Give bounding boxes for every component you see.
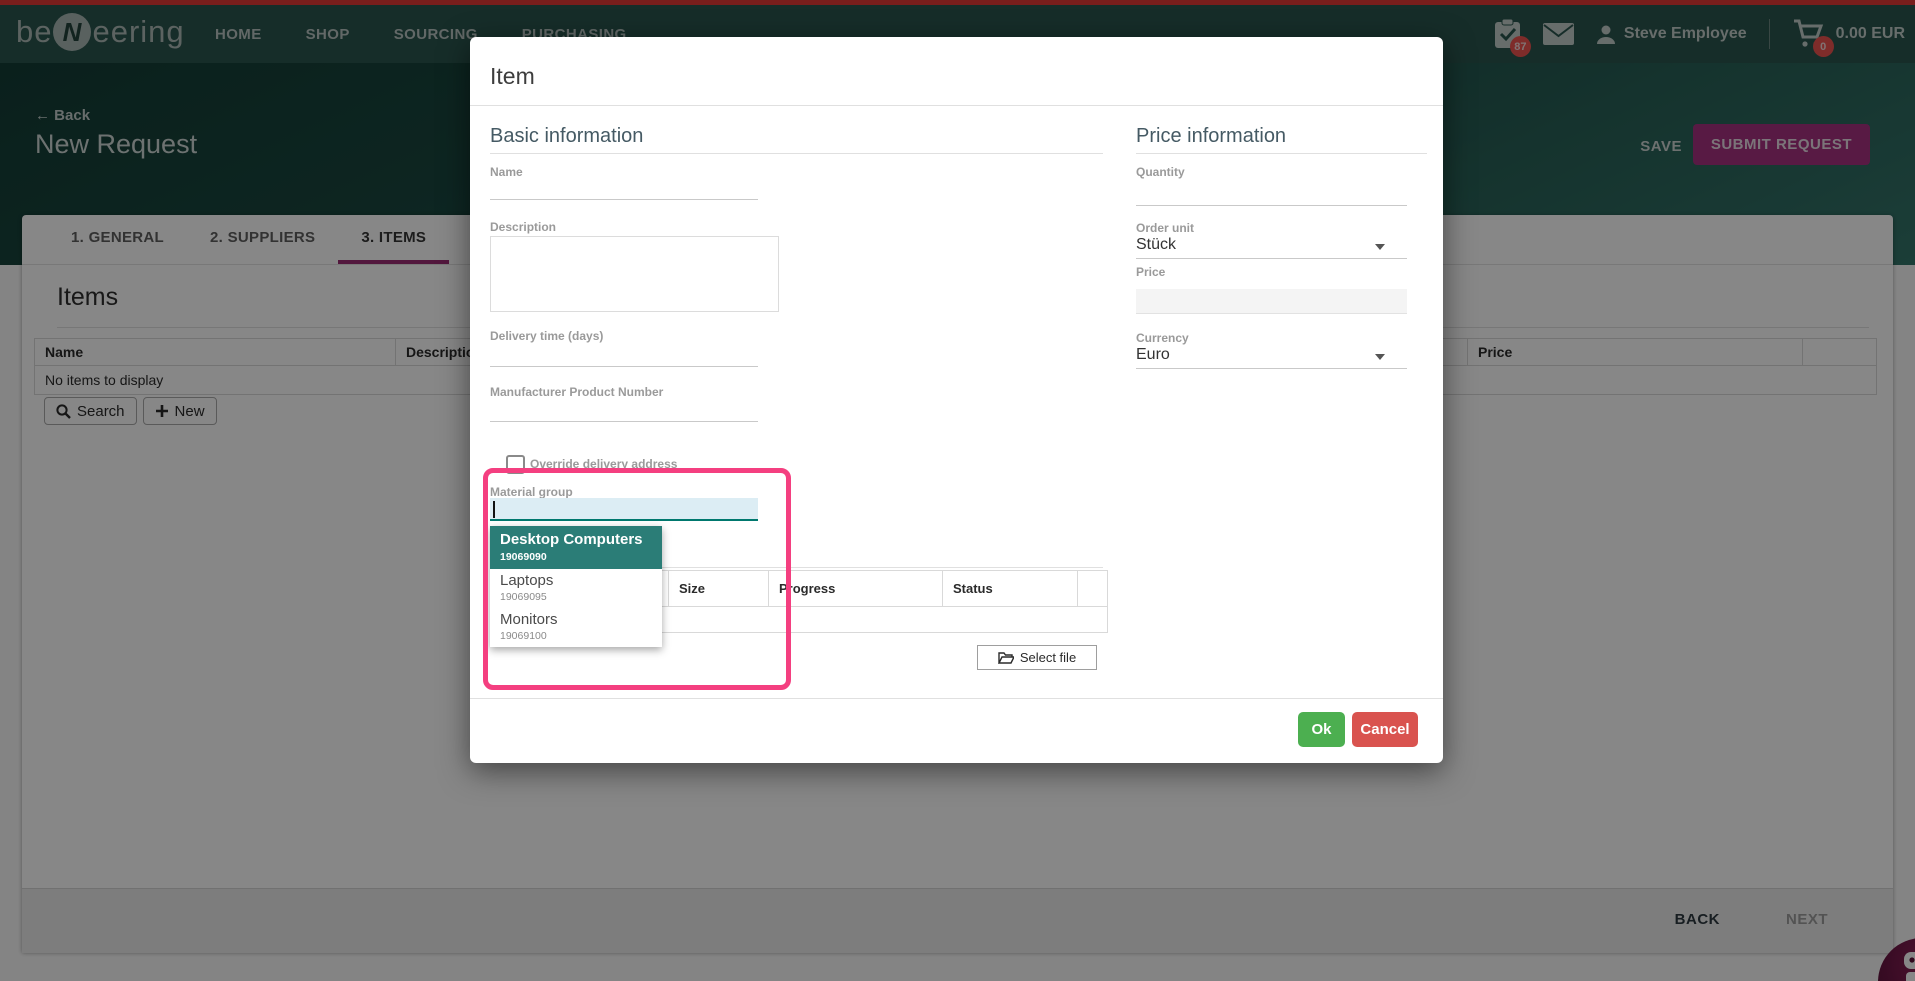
option-name: Laptops: [500, 572, 652, 589]
select-file-button[interactable]: Select file: [977, 645, 1097, 670]
name-input[interactable]: [490, 199, 758, 200]
order-unit-select[interactable]: Stück: [1136, 236, 1176, 254]
modal-title: Item: [490, 63, 535, 90]
basic-info-divider: [490, 153, 1103, 154]
description-label: Description: [490, 220, 556, 234]
material-group-dropdown: Desktop Computers 19069090 Laptops 19069…: [490, 526, 662, 647]
dropdown-option-laptops[interactable]: Laptops 19069095: [490, 569, 662, 608]
delivery-time-label: Delivery time (days): [490, 329, 603, 343]
attach-col-progress: Progress: [769, 571, 943, 606]
option-name: Desktop Computers: [500, 531, 652, 548]
mpn-label: Manufacturer Product Number: [490, 385, 663, 399]
currency-caret-icon: [1375, 354, 1385, 360]
attach-col-size: Size: [669, 571, 769, 606]
dropdown-option-monitors[interactable]: Monitors 19069100: [490, 608, 662, 647]
item-modal: Item Basic information Name Description …: [470, 37, 1443, 763]
price-info-divider: [1136, 153, 1427, 154]
modal-footer-divider: [470, 698, 1443, 699]
option-name: Monitors: [500, 611, 652, 628]
quantity-label: Quantity: [1136, 165, 1185, 179]
attach-col-status: Status: [943, 571, 1078, 606]
currency-label: Currency: [1136, 331, 1189, 345]
order-unit-underline: [1136, 258, 1407, 259]
ok-button[interactable]: Ok: [1298, 712, 1345, 747]
price-label: Price: [1136, 265, 1165, 279]
dropdown-option-desktop-computers[interactable]: Desktop Computers 19069090: [490, 526, 662, 569]
option-code: 19069095: [500, 591, 652, 603]
override-delivery-label: Override delivery address: [530, 457, 677, 471]
folder-open-icon: [998, 651, 1014, 664]
text-caret: [493, 501, 495, 518]
select-file-label: Select file: [1020, 650, 1076, 665]
currency-select[interactable]: Euro: [1136, 346, 1170, 364]
price-input[interactable]: [1136, 289, 1407, 314]
order-unit-caret-icon: [1375, 244, 1385, 250]
mpn-input[interactable]: [490, 421, 758, 422]
cancel-button[interactable]: Cancel: [1352, 712, 1418, 747]
attach-col-extra: [1078, 571, 1107, 606]
currency-underline: [1136, 368, 1407, 369]
description-textarea[interactable]: [490, 236, 779, 312]
material-group-label: Material group: [490, 485, 573, 499]
name-label: Name: [490, 165, 523, 179]
material-group-input[interactable]: [490, 498, 758, 521]
override-delivery-checkbox[interactable]: [506, 455, 525, 474]
option-code: 19069090: [500, 551, 652, 563]
page: be N eering HOME SHOP SOURCING PURCHASIN…: [0, 0, 1915, 981]
order-unit-label: Order unit: [1136, 221, 1194, 235]
option-code: 19069100: [500, 630, 652, 642]
delivery-time-input[interactable]: [490, 366, 758, 367]
quantity-input[interactable]: [1136, 205, 1407, 206]
modal-title-divider: [470, 105, 1443, 106]
basic-info-heading: Basic information: [490, 125, 643, 148]
price-info-heading: Price information: [1136, 125, 1286, 148]
